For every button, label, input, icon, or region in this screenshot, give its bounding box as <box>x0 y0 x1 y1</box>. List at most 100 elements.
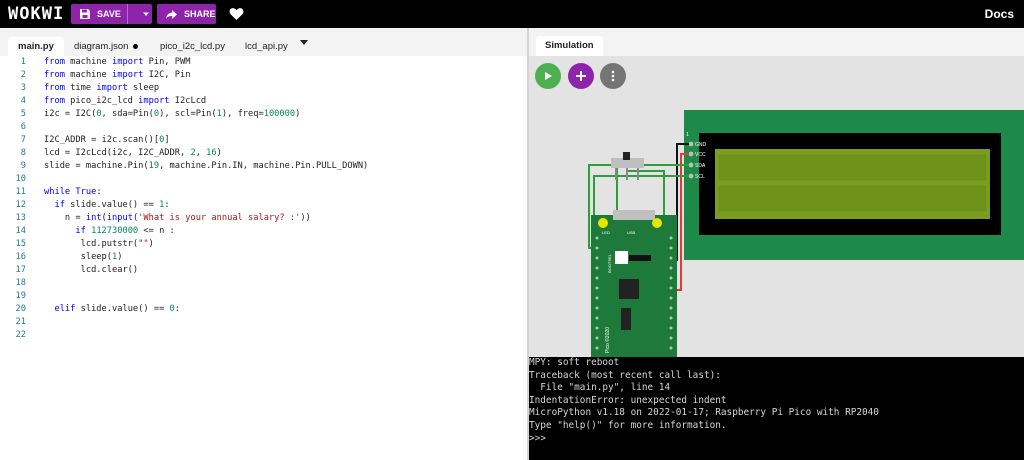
lcd1602-display[interactable]: 1 GND VCC SDA SCL <box>684 110 1024 260</box>
tab-main-py[interactable]: main.py <box>8 37 64 56</box>
share-button[interactable]: SHARE <box>157 4 216 24</box>
circuit-diagram[interactable]: 1 GND VCC SDA SCL LED USB BOOTSEL Pico ©… <box>529 98 1024 357</box>
more-options-button[interactable] <box>600 63 626 89</box>
tab-label: diagram.json <box>74 41 129 52</box>
save-button[interactable]: SAVE <box>71 4 152 24</box>
code-area[interactable]: 1 from machine import Pin, PWM 2 from machi… <box>0 56 527 342</box>
line-number: 6 <box>20 122 26 132</box>
console-line: IndentationError: unexpected indent <box>529 394 727 406</box>
save-label: SAVE <box>97 9 121 19</box>
code-text: slide = machine.Pin(19, machine.Pin.IN, … <box>44 161 369 171</box>
lcd-pin-scl-label: SCL <box>695 174 705 180</box>
usb-connector <box>613 210 655 220</box>
line-number: 20 <box>15 304 26 314</box>
code-line[interactable]: 21 <box>0 316 527 329</box>
tab-lcd-api[interactable]: lcd_api.py <box>235 37 298 56</box>
tab-diagram-json[interactable]: diagram.json <box>64 37 148 56</box>
line-number: 14 <box>15 226 26 236</box>
line-number: 16 <box>15 252 26 262</box>
wokwi-logo[interactable]: WOKWI <box>8 4 64 24</box>
bootsel-button[interactable] <box>615 251 628 264</box>
code-line[interactable]: 9 slide = machine.Pin(19, machine.Pin.IN,… <box>0 160 527 173</box>
code-line[interactable]: 3 from time import sleep <box>0 82 527 95</box>
line-number: 4 <box>20 96 26 106</box>
docs-link[interactable]: Docs <box>985 7 1014 21</box>
code-line[interactable]: 15 lcd.putstr("") <box>0 238 527 251</box>
code-text: lcd.putstr("") <box>44 239 154 249</box>
console-line: File "main.py", line 14 <box>529 382 671 394</box>
plus-icon <box>576 71 586 81</box>
raspberry-pi-pico[interactable]: LED USB BOOTSEL Pico ©2020 <box>591 210 677 357</box>
line-number: 18 <box>15 278 26 288</box>
code-text: from time import sleep <box>44 83 160 93</box>
lcd-pin-vcc-label: VCC <box>695 152 706 158</box>
lcd-pin-gnd-label: GND <box>695 142 707 148</box>
code-text: from machine import Pin, PWM <box>44 57 191 67</box>
console-line: MPY: soft reboot <box>529 357 620 368</box>
code-line[interactable]: 12 if slide.value() == 1: <box>0 199 527 212</box>
play-icon <box>545 72 552 80</box>
heart-icon[interactable] <box>229 7 244 21</box>
console-line: Traceback (most recent call last): <box>529 369 721 381</box>
code-line[interactable]: 17 lcd.clear() <box>0 264 527 277</box>
share-icon <box>166 9 177 19</box>
line-number: 15 <box>15 239 26 249</box>
code-line[interactable]: 22 <box>0 329 527 342</box>
code-line[interactable]: 6 <box>0 121 527 134</box>
lcd-pin-sda-label: SDA <box>695 163 706 169</box>
pico-usb-label: USB <box>627 230 636 235</box>
editor-tabs: main.py diagram.json pico_i2c_lcd.py lcd… <box>0 28 527 56</box>
line-number: 1 <box>20 57 26 67</box>
console-line: >>> <box>529 432 546 444</box>
code-line[interactable]: 5 i2c = I2C(0, sda=Pin(0), scl=Pin(1), fr… <box>0 108 527 121</box>
code-line[interactable]: 18 <box>0 277 527 290</box>
run-button[interactable] <box>535 63 561 89</box>
line-number: 13 <box>15 213 26 223</box>
pico-bootsel-label: BOOTSEL <box>607 253 612 273</box>
code-text: sleep(1) <box>44 252 123 262</box>
tab-pico-i2c-lcd[interactable]: pico_i2c_lcd.py <box>150 37 235 56</box>
tab-label: lcd_api.py <box>245 41 288 52</box>
add-part-button[interactable] <box>568 63 594 89</box>
chevron-down-icon[interactable] <box>141 9 151 19</box>
save-icon <box>80 9 90 19</box>
tab-simulation[interactable]: Simulation <box>536 36 603 56</box>
code-line[interactable]: 8 lcd = I2cLcd(i2c, I2C_ADDR, 2, 16) <box>0 147 527 160</box>
serial-console[interactable]: MPY: soft reboot Traceback (most recent c… <box>529 357 1024 460</box>
line-number: 12 <box>15 200 26 210</box>
code-line[interactable]: 2 from machine import I2C, Pin <box>0 69 527 82</box>
tab-label: main.py <box>18 41 54 52</box>
line-number: 2 <box>20 70 26 80</box>
console-line: Type "help()" for more information. <box>529 419 727 431</box>
code-line[interactable]: 16 sleep(1) <box>0 251 527 264</box>
line-number: 17 <box>15 265 26 275</box>
lcd-pin-1-label: 1 <box>686 132 689 138</box>
line-number: 7 <box>20 135 26 145</box>
code-line[interactable]: 4 from pico_i2c_lcd import I2cLcd <box>0 95 527 108</box>
led-indicator <box>598 218 608 228</box>
code-line[interactable]: 10 <box>0 173 527 186</box>
line-number: 5 <box>20 109 26 119</box>
code-line[interactable]: 11 while True: <box>0 186 527 199</box>
code-text: n = int(input('What is your annual salar… <box>44 213 311 223</box>
rp2040-chip <box>619 279 639 299</box>
tab-menu-chevron-icon[interactable] <box>300 40 308 46</box>
code-text: lcd.clear() <box>44 265 139 275</box>
code-line[interactable]: 20 elif slide.value() == 0: <box>0 303 527 316</box>
code-text: from machine import I2C, Pin <box>44 70 191 80</box>
save-divider <box>127 4 128 24</box>
simulation-tabs: Simulation <box>529 28 1024 56</box>
console-line: MicroPython v1.18 on 2022-01-17; Raspber… <box>529 407 879 419</box>
code-line[interactable]: 19 <box>0 290 527 303</box>
code-line[interactable]: 7 I2C_ADDR = i2c.scan()[0] <box>0 134 527 147</box>
code-line[interactable]: 14 if 112730000 <= n : <box>0 225 527 238</box>
line-number: 9 <box>20 161 26 171</box>
tab-label: pico_i2c_lcd.py <box>160 41 225 52</box>
line-number: 21 <box>15 317 26 327</box>
code-text: from pico_i2c_lcd import I2cLcd <box>44 96 207 106</box>
code-line[interactable]: 13 n = int(input('What is your annual sa… <box>0 212 527 225</box>
code-text: lcd = I2cLcd(i2c, I2C_ADDR, 2, 16) <box>44 148 222 158</box>
code-text: I2C_ADDR = i2c.scan()[0] <box>44 135 170 145</box>
code-text: elif slide.value() == 0: <box>54 304 181 314</box>
code-line[interactable]: 1 from machine import Pin, PWM <box>0 56 527 69</box>
